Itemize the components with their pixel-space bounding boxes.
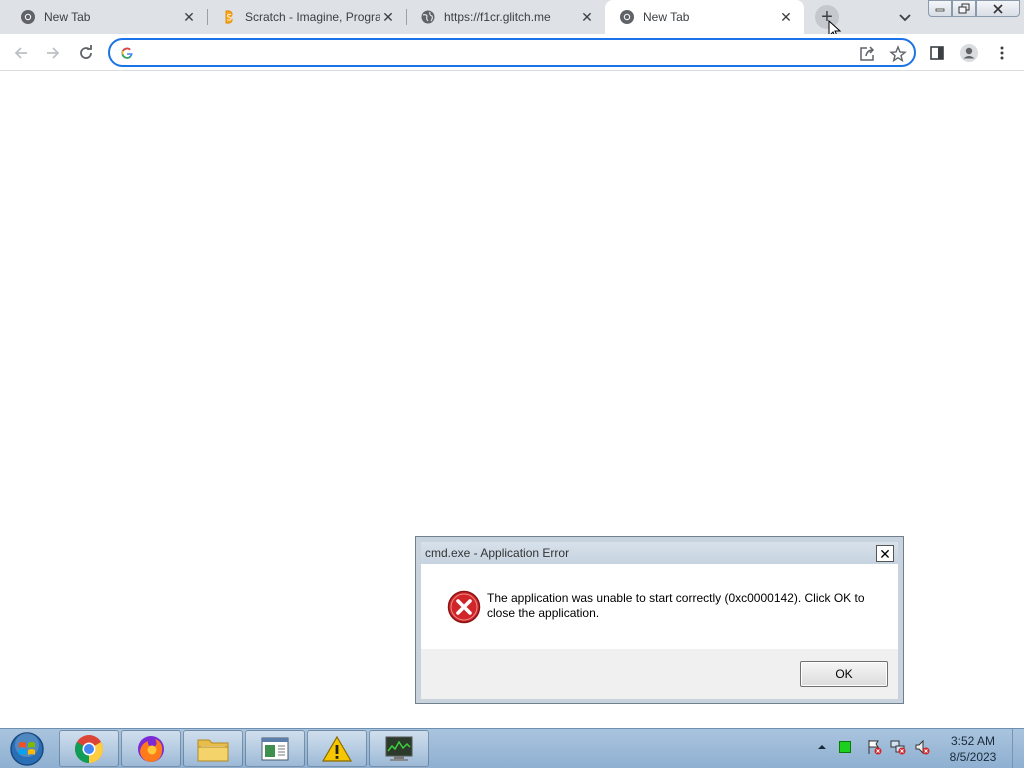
arrow-right-icon bbox=[47, 47, 60, 59]
svg-text:S: S bbox=[227, 14, 233, 24]
tab-glitch[interactable]: https://f1cr.glitch.me ✕ bbox=[406, 0, 605, 34]
tab-strip: New Tab ✕ S Scratch - Imagine, Progra ✕ … bbox=[0, 0, 1024, 40]
taskbar: 3:52 AM 8/5/2023 bbox=[0, 728, 1024, 768]
taskbar-chrome[interactable] bbox=[59, 730, 119, 767]
tab-search-chevron-icon[interactable] bbox=[896, 8, 914, 26]
forward-button[interactable] bbox=[41, 41, 65, 65]
error-icon bbox=[447, 590, 481, 624]
tab-close-icon[interactable]: ✕ bbox=[579, 9, 595, 25]
google-icon bbox=[121, 47, 133, 59]
folder-icon bbox=[197, 739, 229, 761]
dialog-close-button[interactable]: ✕ bbox=[876, 545, 894, 562]
dialog-titlebar[interactable]: cmd.exe - Application Error ✕ bbox=[421, 542, 898, 564]
tab-close-icon[interactable]: ✕ bbox=[778, 9, 794, 25]
tab-close-icon[interactable]: ✕ bbox=[181, 9, 197, 25]
taskbar-file-explorer[interactable] bbox=[183, 730, 243, 767]
profile-avatar-icon bbox=[960, 44, 978, 62]
taskbar-warning[interactable] bbox=[307, 730, 367, 767]
tab-close-icon[interactable]: ✕ bbox=[380, 9, 396, 25]
tab-scratch[interactable]: S Scratch - Imagine, Progra ✕ bbox=[207, 0, 406, 34]
restore-button[interactable] bbox=[952, 0, 976, 17]
error-dialog: cmd.exe - Application Error ✕ The applic… bbox=[415, 536, 904, 704]
tray-volume[interactable] bbox=[914, 739, 930, 755]
taskbar-document[interactable] bbox=[245, 730, 305, 767]
close-icon: ✕ bbox=[879, 545, 891, 562]
tab-title: Scratch - Imagine, Progra bbox=[245, 10, 380, 24]
address-input[interactable] bbox=[144, 43, 844, 63]
green-square-icon bbox=[839, 741, 851, 753]
network-icon bbox=[890, 740, 906, 755]
tray-network[interactable] bbox=[890, 739, 906, 755]
back-button[interactable] bbox=[9, 41, 33, 65]
start-button[interactable] bbox=[8, 731, 46, 767]
kebab-menu-icon bbox=[1000, 46, 1004, 60]
profile-button[interactable] bbox=[957, 41, 981, 65]
dialog-message: The application was unable to start corr… bbox=[487, 591, 865, 620]
browser-toolbar bbox=[0, 34, 1024, 71]
reload-icon bbox=[80, 45, 92, 59]
dialog-body: The application was unable to start corr… bbox=[421, 564, 898, 649]
tray-overflow-button[interactable] bbox=[814, 739, 830, 755]
dialog-footer: OK bbox=[421, 649, 898, 699]
chrome-icon bbox=[21, 10, 35, 24]
document-icon bbox=[261, 737, 289, 760]
chevron-up-icon bbox=[818, 745, 826, 749]
tab-new-tab-active[interactable]: New Tab ✕ bbox=[605, 0, 804, 34]
arrow-left-icon bbox=[14, 47, 27, 59]
chrome-icon bbox=[75, 734, 103, 763]
flag-alert-icon bbox=[868, 740, 882, 755]
tab-title: New Tab bbox=[643, 10, 690, 24]
tab-new-tab-1[interactable]: New Tab ✕ bbox=[0, 0, 207, 34]
taskbar-clock[interactable]: 3:52 AM 8/5/2023 bbox=[940, 733, 1006, 765]
dialog-title: cmd.exe - Application Error bbox=[425, 546, 570, 560]
speaker-muted-icon bbox=[915, 739, 930, 755]
tab-title: https://f1cr.glitch.me bbox=[444, 10, 551, 24]
windows-start-icon bbox=[10, 732, 44, 766]
close-icon bbox=[993, 3, 1003, 14]
chrome-icon bbox=[620, 10, 634, 24]
show-desktop-button[interactable] bbox=[1012, 729, 1024, 768]
close-window-button[interactable] bbox=[976, 0, 1020, 17]
ok-button[interactable]: OK bbox=[800, 661, 888, 687]
minimize-icon bbox=[935, 8, 945, 11]
monitor-icon bbox=[385, 736, 413, 761]
menu-button[interactable] bbox=[990, 41, 1014, 65]
globe-icon bbox=[421, 10, 435, 24]
tray-action-center[interactable] bbox=[866, 739, 882, 755]
side-panel-icon bbox=[930, 46, 944, 60]
minimize-button[interactable] bbox=[928, 0, 952, 17]
tray-status[interactable] bbox=[837, 739, 853, 755]
tab-title: New Tab bbox=[44, 10, 91, 24]
scratch-icon: S bbox=[225, 10, 233, 24]
omnibox[interactable] bbox=[108, 38, 916, 67]
reload-button[interactable] bbox=[74, 41, 98, 65]
clock-time: 3:52 AM bbox=[950, 734, 996, 748]
restore-icon bbox=[958, 3, 970, 14]
taskbar-task-manager[interactable] bbox=[369, 730, 429, 767]
bookmark-star-icon[interactable] bbox=[889, 45, 907, 63]
share-icon[interactable] bbox=[858, 45, 876, 63]
side-panel-button[interactable] bbox=[925, 41, 949, 65]
clock-date: 8/5/2023 bbox=[949, 750, 997, 764]
firefox-icon bbox=[138, 735, 164, 762]
taskbar-firefox[interactable] bbox=[121, 730, 181, 767]
warning-icon bbox=[321, 735, 353, 762]
